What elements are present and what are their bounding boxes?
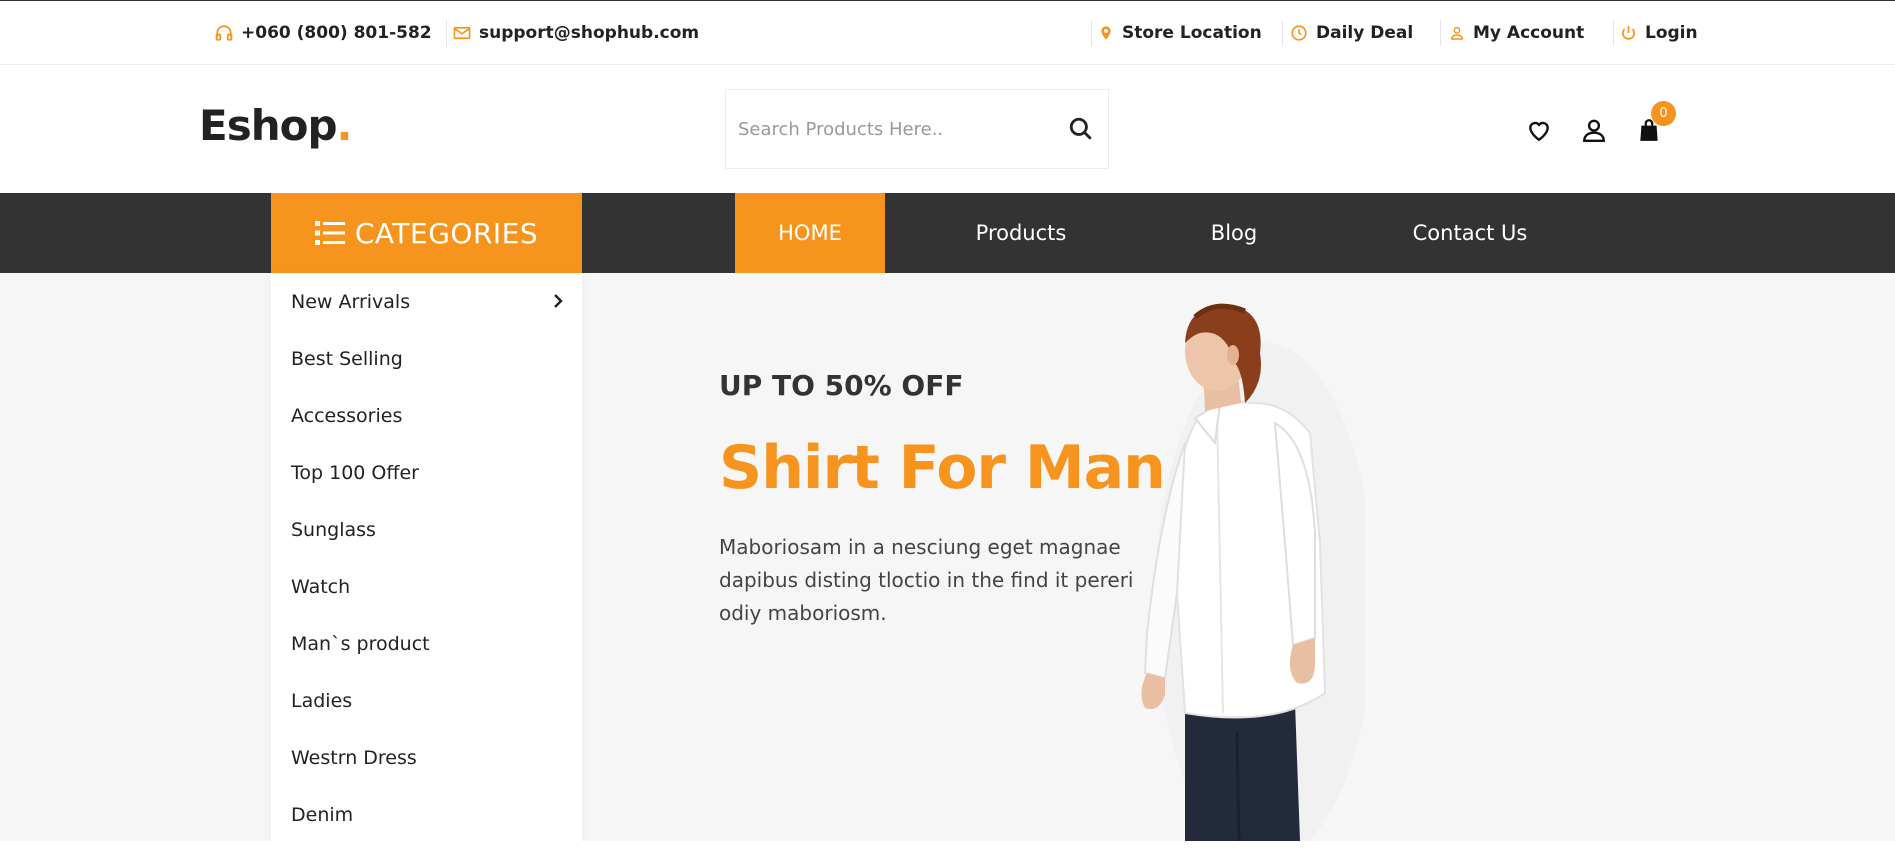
daily-deal-label: Daily Deal [1316, 23, 1414, 43]
user-icon [1450, 26, 1464, 40]
search-icon [1069, 117, 1092, 140]
daily-deal-link[interactable]: Daily Deal [1290, 1, 1413, 65]
category-label: Accessories [291, 404, 403, 427]
category-label: Watch [291, 575, 351, 598]
site-header: Eshop. 0 [0, 65, 1895, 193]
categories-menu: New Arrivals Best Selling Accessories To… [271, 273, 582, 845]
search-input[interactable] [726, 90, 1046, 168]
user-icon [1583, 119, 1605, 143]
envelope-icon [453, 26, 471, 40]
category-new-arrivals[interactable]: New Arrivals [271, 273, 582, 330]
nav-blog[interactable]: Blog [1174, 193, 1294, 273]
clock-icon [1291, 25, 1307, 41]
my-account-link[interactable]: My Account [1449, 1, 1584, 65]
category-westrn-dress[interactable]: Westrn Dress [271, 729, 582, 786]
logo-text: Eshop [199, 101, 338, 150]
category-mans-product[interactable]: Man`s product [271, 615, 582, 672]
category-label: Top 100 Offer [291, 461, 419, 484]
search-button[interactable] [1066, 114, 1096, 144]
cart-count-badge: 0 [1651, 101, 1676, 126]
wishlist-button[interactable] [1524, 115, 1554, 145]
category-watch[interactable]: Watch [271, 558, 582, 615]
nav-contact-us[interactable]: Contact Us [1385, 193, 1555, 273]
category-label: Westrn Dress [291, 746, 417, 769]
email-contact[interactable]: support@shophub.com [453, 1, 699, 65]
store-location-label: Store Location [1122, 23, 1262, 43]
model-image [1141, 303, 1365, 841]
hero-subtitle: UP TO 50% OFF [719, 369, 964, 402]
login-label: Login [1645, 23, 1698, 43]
login-link[interactable]: Login [1620, 1, 1698, 65]
chevron-right-icon [554, 294, 563, 308]
category-label: Man`s product [291, 632, 430, 655]
my-account-label: My Account [1473, 23, 1585, 43]
power-icon [1622, 25, 1635, 40]
logo-dot: . [336, 101, 353, 150]
category-label: Denim [291, 803, 354, 826]
hero-title: Shirt For Man [719, 433, 1166, 503]
profile-button[interactable] [1579, 115, 1609, 145]
categories-button[interactable]: CATEGORIES [271, 193, 582, 273]
category-top-100-offer[interactable]: Top 100 Offer [271, 444, 582, 501]
categories-label: CATEGORIES [354, 216, 539, 250]
phone-number: +060 (800) 801-582 [241, 23, 432, 43]
category-label: Ladies [291, 689, 353, 712]
nav-home[interactable]: HOME [735, 193, 885, 273]
hero-description: Maboriosam in a nesciung eget magnae dap… [719, 535, 1134, 625]
logo[interactable]: Eshop. [199, 101, 353, 150]
category-accessories[interactable]: Accessories [271, 387, 582, 444]
page-bottom-strip [0, 841, 1895, 863]
email-address: support@shophub.com [479, 23, 700, 43]
search-box [725, 89, 1109, 169]
heart-icon [1529, 121, 1549, 142]
nav-products[interactable]: Products [941, 193, 1101, 273]
category-sunglass[interactable]: Sunglass [271, 501, 582, 558]
category-label: Best Selling [291, 347, 403, 370]
map-pin-icon [1101, 26, 1111, 40]
list-icon [314, 221, 345, 245]
headphones-icon [215, 25, 233, 41]
store-location-link[interactable]: Store Location [1098, 1, 1262, 65]
category-best-selling[interactable]: Best Selling [271, 330, 582, 387]
category-ladies[interactable]: Ladies [271, 672, 582, 729]
phone-contact[interactable]: +060 (800) 801-582 [215, 1, 432, 65]
category-label: Sunglass [291, 518, 376, 541]
top-bar: +060 (800) 801-582 support@shophub.com S… [0, 0, 1895, 65]
category-label: New Arrivals [291, 290, 411, 313]
category-denim[interactable]: Denim [271, 786, 582, 843]
main-nav: CATEGORIES HOME Products Blog Contact Us [0, 193, 1895, 273]
